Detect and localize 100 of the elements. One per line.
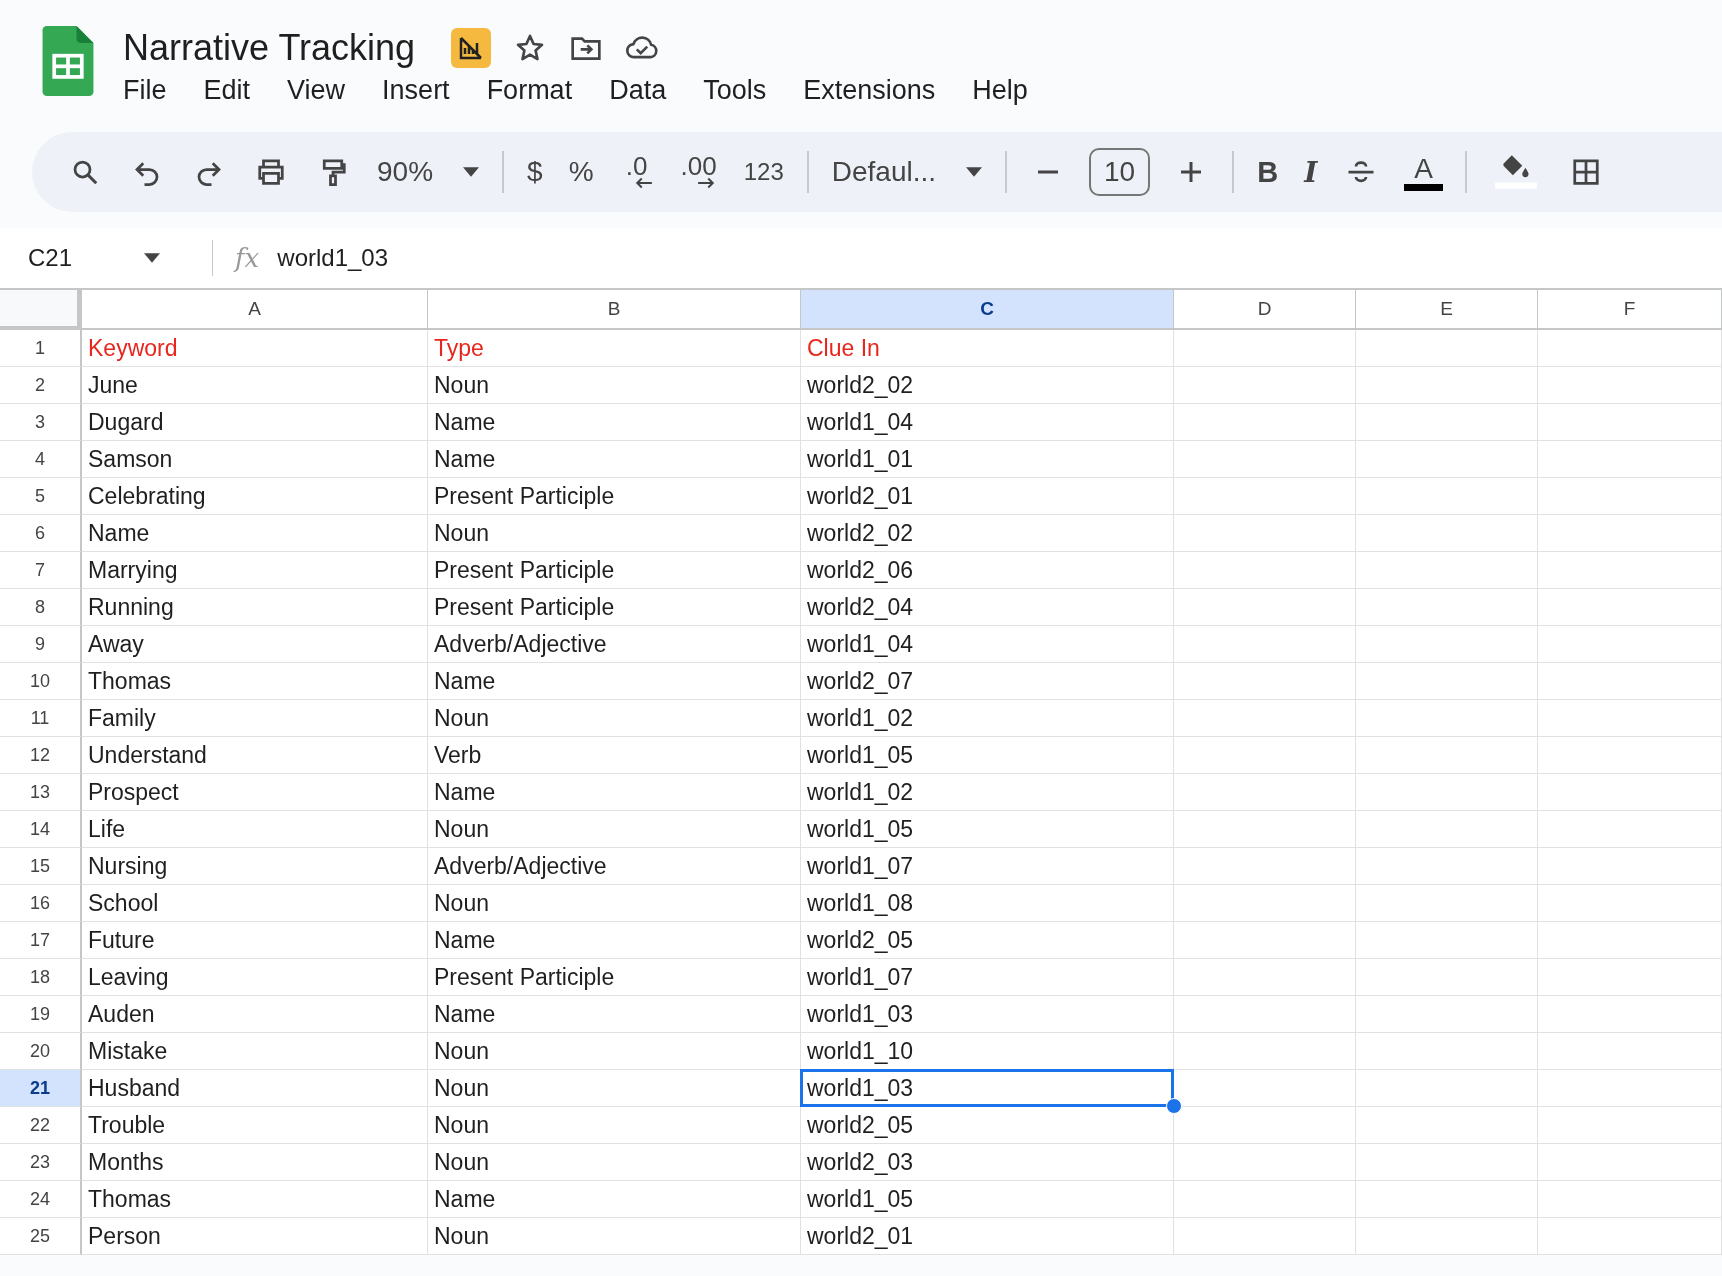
table-cell[interactable]: world2_02 [801,515,1174,552]
table-cell[interactable]: Present Participle [428,959,801,996]
formula-field[interactable]: world1_03 [277,244,389,272]
name-box[interactable]: C21 [28,244,190,272]
menu-item[interactable]: Insert [382,75,450,106]
table-cell[interactable]: Noun [428,885,801,922]
table-cell[interactable]: world2_03 [801,1144,1174,1181]
bold-button[interactable]: B [1244,155,1292,189]
italic-button[interactable]: I [1291,155,1331,189]
row-header[interactable]: 19 [0,996,82,1033]
table-cell[interactable]: Noun [428,515,801,552]
table-cell[interactable]: Name [428,1181,801,1218]
table-cell[interactable]: Samson [82,441,428,478]
font-size-field[interactable]: 10 [1089,148,1151,196]
row-header[interactable]: 11 [0,700,82,737]
row-header[interactable]: 15 [0,848,82,885]
row-header[interactable]: 16 [0,885,82,922]
table-cell[interactable]: world1_10 [801,1033,1174,1070]
table-cell[interactable]: world1_05 [801,737,1174,774]
row-header[interactable]: 25 [0,1218,82,1255]
table-cell[interactable]: Trouble [82,1107,428,1144]
table-cell[interactable]: Present Participle [428,552,801,589]
table-cell[interactable]: Noun [428,1144,801,1181]
table-cell[interactable]: world2_01 [801,478,1174,515]
table-cell[interactable]: Present Participle [428,478,801,515]
row-header[interactable]: 21 [0,1070,82,1107]
menu-item[interactable]: Tools [703,75,767,106]
table-cell[interactable]: Family [82,700,428,737]
table-cell[interactable]: Dugard [82,404,428,441]
table-cell[interactable]: world1_03 [800,1069,1174,1107]
menu-item[interactable]: Format [486,75,573,106]
increase-decimal-button[interactable]: .00 [666,155,731,189]
row-header[interactable]: 8 [0,589,82,626]
menu-item[interactable]: File [123,75,167,106]
table-cell[interactable]: Celebrating [82,478,428,515]
column-header[interactable]: B [428,290,801,330]
row-header[interactable]: 20 [0,1033,82,1070]
table-cell[interactable]: Clue In [801,330,1174,367]
table-cell[interactable]: Mistake [82,1033,428,1070]
format-button[interactable]: % [555,156,607,188]
row-header[interactable]: 18 [0,959,82,996]
more-formats-button[interactable]: 123 [730,158,797,186]
table-cell[interactable]: Name [428,663,801,700]
row-header[interactable]: 5 [0,478,82,515]
row-header[interactable]: 3 [0,404,82,441]
dropdown-button[interactable]: Defaul... [818,156,995,188]
row-header[interactable]: 14 [0,811,82,848]
table-cell[interactable]: Noun [428,1070,801,1107]
table-cell[interactable]: Name [428,774,801,811]
table-cell[interactable]: Keyword [82,330,428,367]
table-cell[interactable]: Life [82,811,428,848]
row-header[interactable]: 17 [0,922,82,959]
row-header[interactable]: 9 [0,626,82,663]
table-cell[interactable]: June [82,367,428,404]
table-cell[interactable]: world2_07 [801,663,1174,700]
table-cell[interactable]: Name [82,515,428,552]
table-cell[interactable]: Thomas [82,1181,428,1218]
table-cell[interactable]: world2_05 [801,922,1174,959]
table-cell[interactable]: Name [428,996,801,1033]
table-cell[interactable]: Marrying [82,552,428,589]
table-cell[interactable]: world2_06 [801,552,1174,589]
row-header[interactable]: 4 [0,441,82,478]
menu-item[interactable]: Help [972,75,1028,106]
table-cell[interactable]: Noun [428,1033,801,1070]
menu-item[interactable]: View [287,75,346,106]
row-header[interactable]: 2 [0,367,82,404]
table-cell[interactable]: Name [428,922,801,959]
table-cell[interactable]: Type [428,330,801,367]
table-cell[interactable]: world1_01 [801,441,1174,478]
row-header[interactable]: 12 [0,737,82,774]
row-header[interactable]: 22 [0,1107,82,1144]
table-cell[interactable]: Noun [428,811,801,848]
table-cell[interactable]: world2_02 [801,367,1174,404]
table-cell[interactable]: world2_01 [801,1218,1174,1255]
dropdown-button[interactable]: 90% [364,156,493,188]
menu-item[interactable]: Edit [203,75,251,106]
column-header[interactable]: F [1538,290,1722,330]
table-cell[interactable]: world1_07 [801,848,1174,885]
row-header[interactable]: 7 [0,552,82,589]
table-cell[interactable]: world1_02 [801,700,1174,737]
menu-item[interactable]: Extensions [803,75,936,106]
menu-item[interactable]: Data [609,75,667,106]
table-cell[interactable]: world1_07 [801,959,1174,996]
row-header[interactable]: 6 [0,515,82,552]
table-cell[interactable]: world1_08 [801,885,1174,922]
text-color-button[interactable]: A [1404,153,1443,191]
table-cell[interactable]: Present Participle [428,589,801,626]
column-header[interactable]: A [82,290,428,330]
column-header[interactable]: D [1174,290,1356,330]
table-cell[interactable]: Person [82,1218,428,1255]
table-cell[interactable]: Away [82,626,428,663]
row-header[interactable]: 23 [0,1144,82,1181]
table-cell[interactable]: Running [82,589,428,626]
table-cell[interactable]: world1_03 [801,996,1174,1033]
table-cell[interactable]: Verb [428,737,801,774]
document-title[interactable]: Narrative Tracking [123,27,416,69]
table-cell[interactable]: world1_05 [801,811,1174,848]
table-cell[interactable]: Noun [428,1107,801,1144]
table-cell[interactable]: Noun [428,1218,801,1255]
row-header[interactable]: 13 [0,774,82,811]
